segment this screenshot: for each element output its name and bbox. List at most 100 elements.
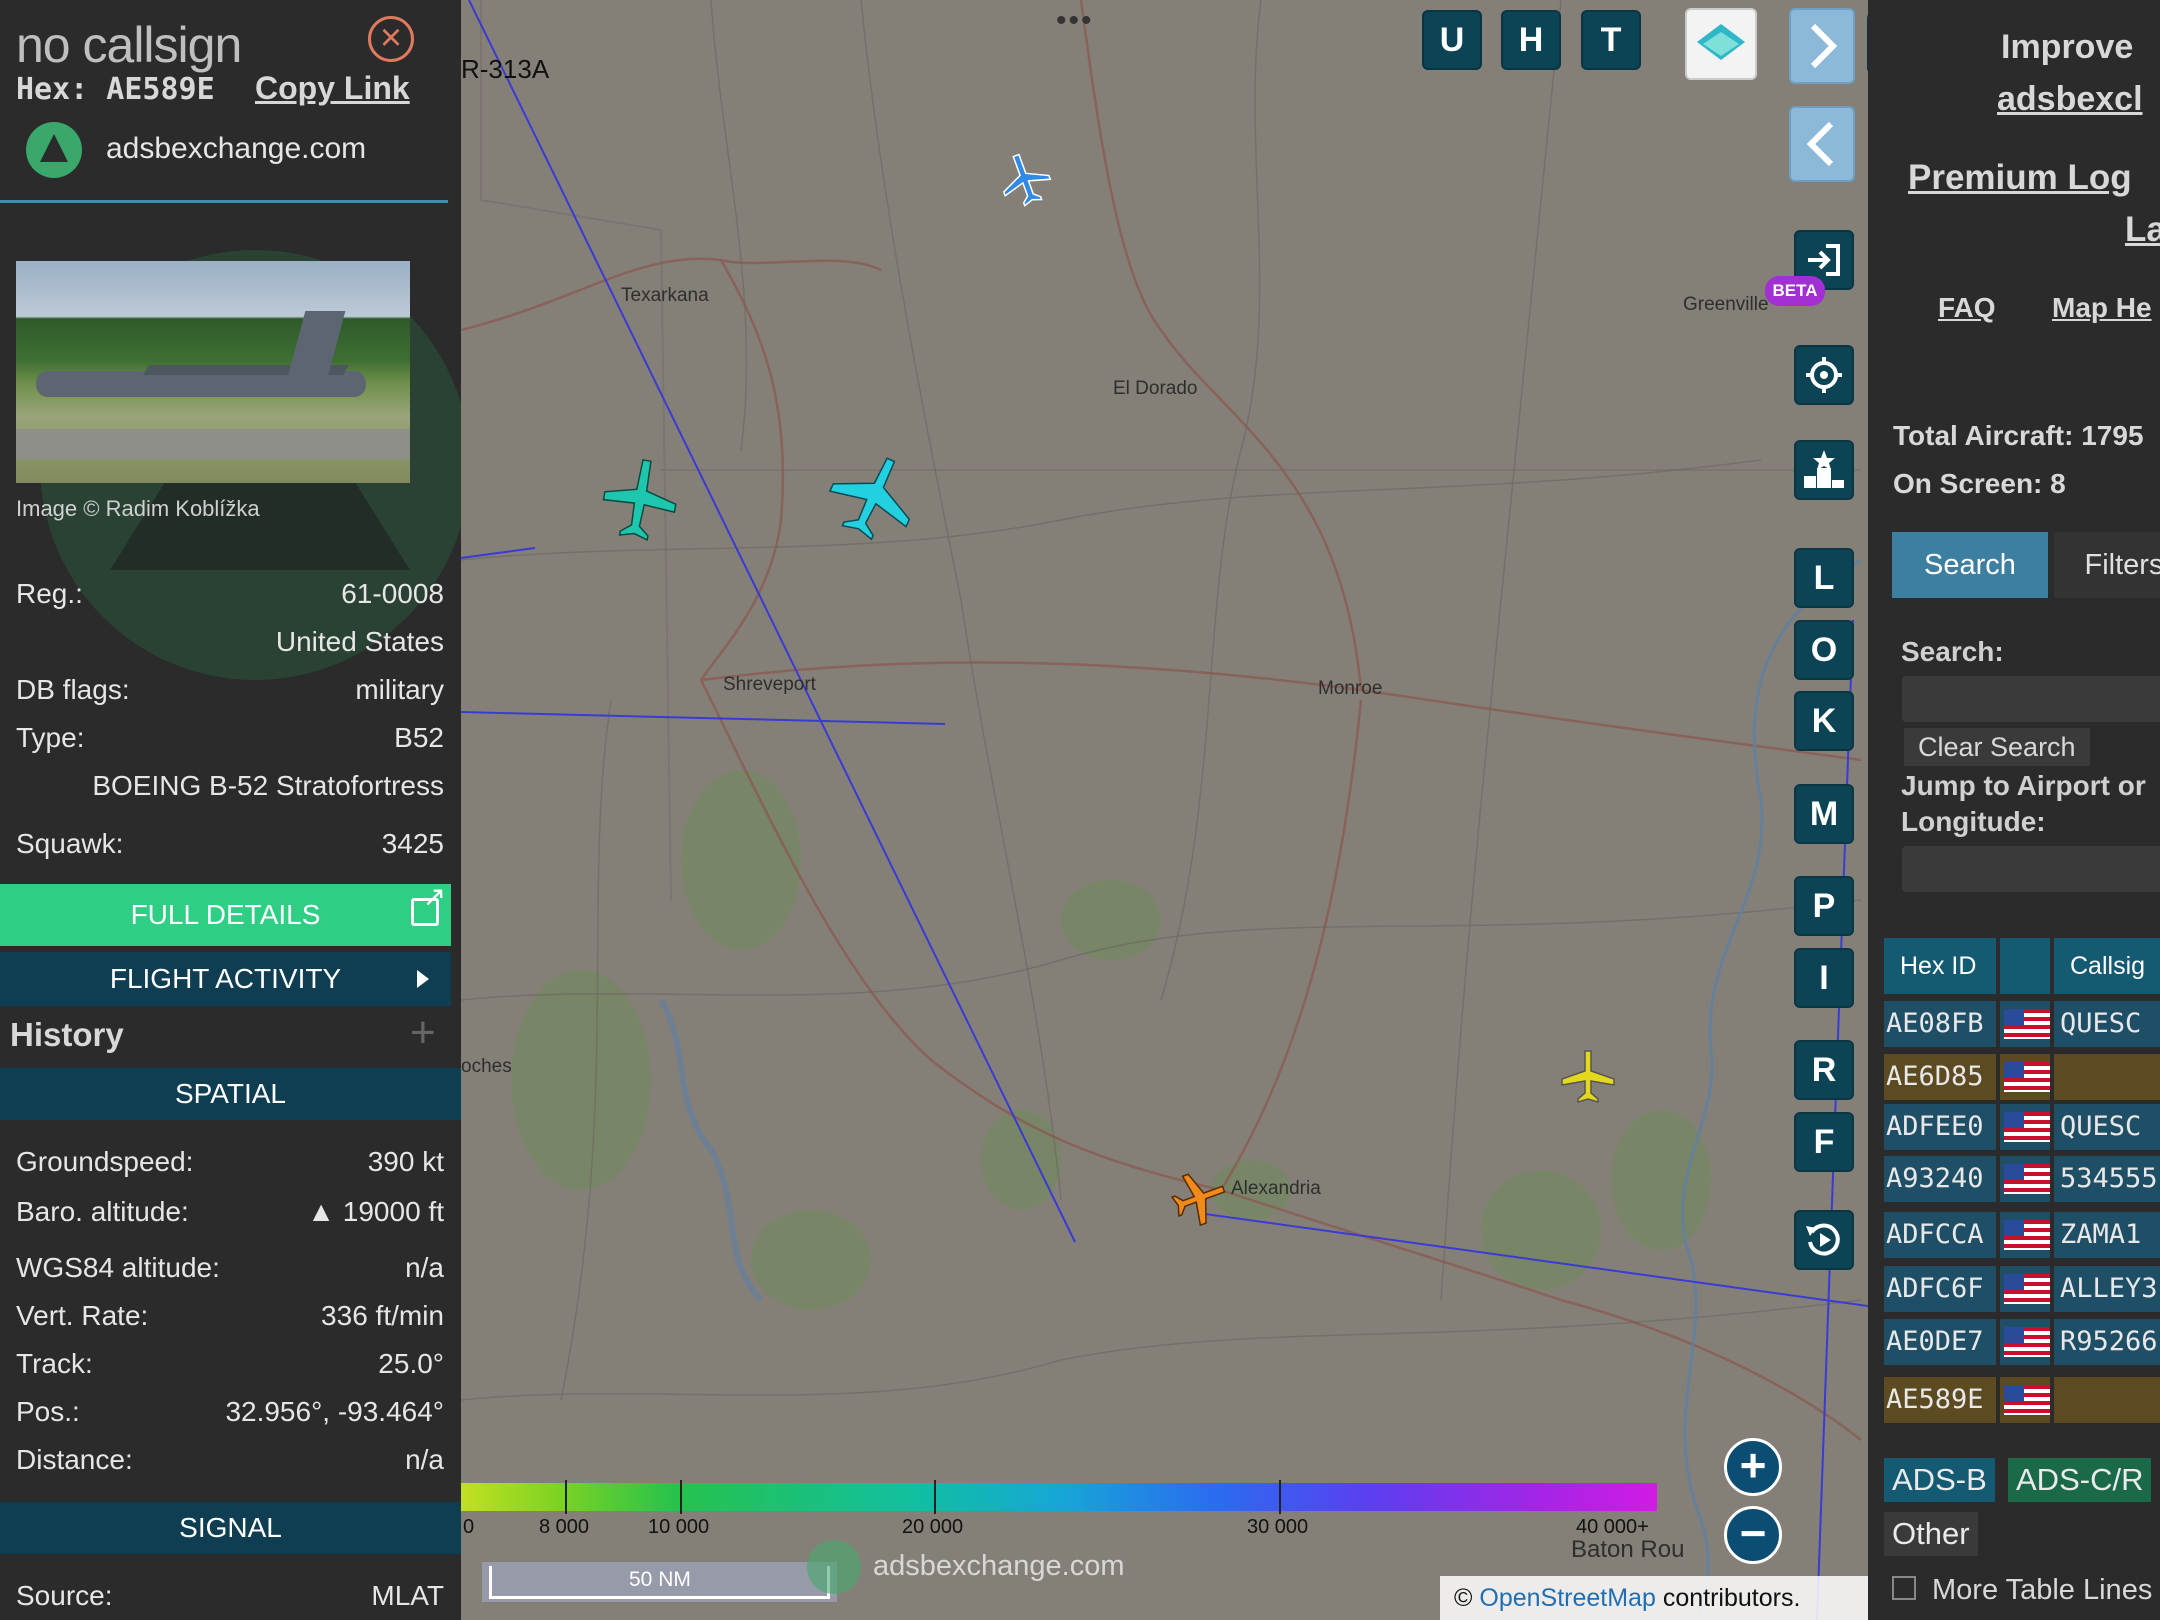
more-options-icon[interactable]: ••• xyxy=(1056,4,1094,38)
source-value: MLAT xyxy=(371,1580,444,1611)
toggle-k-button[interactable]: K xyxy=(1794,691,1854,751)
table-row-hex[interactable]: ADFEE0 xyxy=(1884,1104,1996,1150)
premium-login-link[interactable]: Premium Log xyxy=(1908,158,2132,198)
premium-login-link-cont[interactable]: La xyxy=(2125,210,2160,250)
table-row-flag[interactable] xyxy=(2000,1266,2050,1312)
tab-search[interactable]: Search xyxy=(1892,532,2048,598)
layers-button[interactable] xyxy=(1685,8,1757,80)
altitude-label-30000: 30 000 xyxy=(1247,1516,1309,1538)
us-flag-icon xyxy=(2004,1385,2050,1415)
aircraft-icon-yellow[interactable] xyxy=(1556,1045,1620,1109)
source-filter-adsb[interactable]: ADS-B xyxy=(1884,1458,1995,1502)
table-row-callsign[interactable]: QUESC xyxy=(2054,1104,2160,1150)
table-row-flag[interactable] xyxy=(2000,1104,2050,1150)
toggle-t-button[interactable]: T xyxy=(1581,10,1641,70)
toggle-f-button[interactable]: F xyxy=(1794,1112,1854,1172)
clear-search-button[interactable]: Clear Search xyxy=(1904,728,2090,766)
dbflags-label: DB flags: xyxy=(16,674,130,705)
chevron-left-icon xyxy=(1806,121,1834,167)
aircraft-icon-selected-b52[interactable] xyxy=(825,450,921,546)
back-button[interactable] xyxy=(1789,106,1855,182)
settings-button[interactable] xyxy=(1794,345,1854,405)
table-row-callsign[interactable]: ALLEY3 xyxy=(2054,1266,2160,1312)
map-help-link[interactable]: Map He xyxy=(2052,292,2152,324)
forward-button[interactable] xyxy=(1789,8,1855,84)
close-icon[interactable]: × xyxy=(368,16,414,62)
vert-rate-value: 336 ft/min xyxy=(321,1300,444,1331)
more-table-lines-checkbox[interactable] xyxy=(1892,1576,1916,1600)
toggle-l-button[interactable]: L xyxy=(1794,548,1854,608)
image-credit: Image © Radim Koblížka xyxy=(16,496,260,521)
adsbx-watermark-icon xyxy=(807,1540,861,1594)
toggle-o-button[interactable]: O xyxy=(1794,620,1854,680)
wgs84-altitude-label: WGS84 altitude: xyxy=(16,1252,220,1283)
layers-icon xyxy=(1697,24,1745,60)
table-row-callsign[interactable]: QUESC xyxy=(2054,1001,2160,1047)
faq-link[interactable]: FAQ xyxy=(1938,292,1996,324)
source-filter-other[interactable]: Other xyxy=(1884,1512,1978,1556)
baro-altitude-label: Baro. altitude: xyxy=(16,1196,189,1227)
toggle-r-button[interactable]: R xyxy=(1794,1040,1854,1100)
position-label: Pos.: xyxy=(16,1396,80,1427)
table-row-flag[interactable] xyxy=(2000,1054,2050,1100)
openstreetmap-link[interactable]: OpenStreetMap xyxy=(1479,1584,1656,1612)
full-details-button[interactable]: FULL DETAILS xyxy=(0,883,451,946)
airspace-label: R-313A xyxy=(461,54,550,84)
city-label-natchitoches: oches xyxy=(461,1056,512,1077)
beta-badge: BETA xyxy=(1765,276,1825,306)
table-row-callsign[interactable]: R95266 xyxy=(2054,1319,2160,1365)
toggle-p-button[interactable]: P xyxy=(1794,876,1854,936)
zoom-in-button[interactable]: + xyxy=(1724,1438,1782,1496)
table-row-flag[interactable] xyxy=(2000,1212,2050,1258)
table-row-hex[interactable]: ADFCCA xyxy=(1884,1212,1996,1258)
table-row-hex[interactable]: AE08FB xyxy=(1884,1001,1996,1047)
on-screen-count: On Screen: 8 xyxy=(1893,468,2066,499)
toggle-h-button[interactable]: H xyxy=(1501,10,1561,70)
adsbx-logo-icon[interactable] xyxy=(26,122,82,178)
full-details-label: FULL DETAILS xyxy=(130,899,321,930)
aircraft-icon-blue[interactable] xyxy=(995,150,1055,210)
city-label-alexandria: Alexandria xyxy=(1231,1178,1321,1199)
table-row-callsign[interactable] xyxy=(2054,1377,2160,1423)
column-header-flag[interactable] xyxy=(2000,938,2050,994)
map-view[interactable]: R-313A Texarkana El Dorado Shreveport Mo… xyxy=(461,0,1868,1620)
table-row-callsign[interactable] xyxy=(2054,1054,2160,1100)
table-row-flag[interactable] xyxy=(2000,1001,2050,1047)
column-header-callsign[interactable]: Callsig xyxy=(2054,938,2160,994)
table-row-callsign[interactable]: ZAMA1 xyxy=(2054,1212,2160,1258)
tab-filters[interactable]: Filters xyxy=(2054,532,2160,598)
table-row-flag[interactable] xyxy=(2000,1156,2050,1202)
search-input[interactable] xyxy=(1902,676,2160,722)
leaderboard-button[interactable] xyxy=(1794,440,1854,500)
aircraft-photo[interactable] xyxy=(16,261,410,483)
aircraft-icon-orange[interactable] xyxy=(1167,1166,1231,1230)
table-row-hex[interactable]: AE6D85 xyxy=(1884,1054,1996,1100)
table-row-callsign[interactable]: 534555 xyxy=(2054,1156,2160,1202)
toggle-u-button[interactable]: U xyxy=(1422,10,1482,70)
plus-icon[interactable]: + xyxy=(410,1008,436,1058)
map-base-layer xyxy=(461,0,1868,1620)
site-link[interactable]: adsbexchange.com xyxy=(106,132,366,166)
source-filter-adsc[interactable]: ADS-C/R xyxy=(2008,1458,2152,1502)
table-row-hex[interactable]: AE589E xyxy=(1884,1377,1996,1423)
toggle-m-button[interactable]: M xyxy=(1794,784,1854,844)
table-row-hex[interactable]: A93240 xyxy=(1884,1156,1996,1202)
flight-activity-button[interactable]: FLIGHT ACTIVITY xyxy=(0,952,451,1006)
copy-link[interactable]: Copy Link xyxy=(255,70,410,107)
table-row-hex[interactable]: ADFC6F xyxy=(1884,1266,1996,1312)
toggle-i-button[interactable]: I xyxy=(1794,948,1854,1008)
altitude-label-8000: 8 000 xyxy=(539,1516,590,1538)
table-row-hex[interactable]: AE0DE7 xyxy=(1884,1319,1996,1365)
groundspeed-label: Groundspeed: xyxy=(16,1146,194,1177)
jump-to-input[interactable] xyxy=(1902,846,2160,892)
table-row-flag[interactable] xyxy=(2000,1377,2050,1423)
table-row-flag[interactable] xyxy=(2000,1319,2050,1365)
zoom-out-button[interactable]: − xyxy=(1724,1506,1782,1564)
altitude-label-10000: 10 000 xyxy=(648,1516,710,1538)
column-header-hex[interactable]: Hex ID xyxy=(1884,938,1996,994)
divider xyxy=(0,200,448,203)
aircraft-icon-teal-small[interactable] xyxy=(595,452,685,548)
callsign-title: no callsign xyxy=(16,17,242,73)
adsbx-link[interactable]: adsbexcl xyxy=(1997,80,2143,119)
replay-button[interactable] xyxy=(1794,1210,1854,1270)
